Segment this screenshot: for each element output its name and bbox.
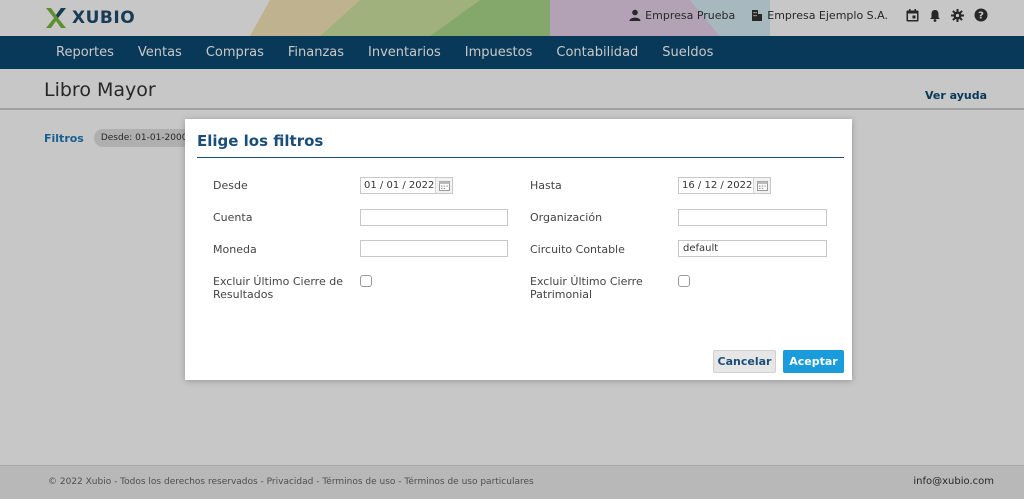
organizacion-input[interactable] [678,209,827,226]
cuenta-label: Cuenta [213,211,253,224]
desde-date-input[interactable]: 01 / 01 / 2022 [360,177,453,194]
excluir-patrimonial-checkbox[interactable] [678,275,690,287]
calendar-picker-icon [438,180,450,191]
filters-dialog: Elige los filtros Desde 01 / 01 / 2022 H… [185,119,852,380]
moneda-label: Moneda [213,243,257,256]
dialog-title-divider [197,157,844,158]
desde-label: Desde [213,179,248,192]
circuito-label: Circuito Contable [530,243,625,256]
desde-calendar-button[interactable] [435,178,452,193]
moneda-input[interactable] [360,240,508,257]
cuenta-input[interactable] [360,209,508,226]
accept-button[interactable]: Aceptar [783,350,844,373]
hasta-date-value: 16 / 12 / 2022 [682,180,753,191]
cancel-button[interactable]: Cancelar [713,350,776,373]
desde-date-value: 01 / 01 / 2022 [364,180,435,191]
organizacion-label: Organización [530,211,603,224]
circuito-input[interactable]: default [678,240,827,257]
hasta-label: Hasta [530,179,562,192]
hasta-calendar-button[interactable] [753,178,770,193]
dialog-title: Elige los filtros [197,132,324,150]
calendar-picker-icon [756,180,768,191]
excluir-patrimonial-label: Excluir Último Cierre Patrimonial [530,275,643,301]
excluir-resultados-label: Excluir Último Cierre de Resultados [213,275,343,301]
excluir-resultados-checkbox[interactable] [360,275,372,287]
hasta-date-input[interactable]: 16 / 12 / 2022 [678,177,771,194]
